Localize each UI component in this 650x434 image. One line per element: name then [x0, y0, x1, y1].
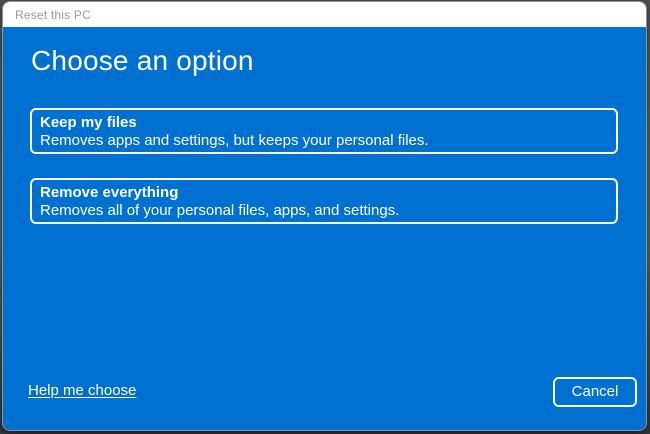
option-keep-my-files-description: Removes apps and settings, but keeps you…: [40, 132, 429, 149]
page-title: Choose an option: [31, 45, 254, 76]
cancel-button[interactable]: Cancel: [553, 377, 637, 407]
window-titlebar[interactable]: Reset this PC: [3, 2, 646, 27]
screen-background: Reset this PC Choose an option Keep my f…: [0, 0, 650, 434]
option-remove-everything-description: Removes all of your personal files, apps…: [40, 202, 400, 219]
window-title: Reset this PC: [15, 7, 91, 22]
option-remove-everything-title: Remove everything: [40, 184, 179, 201]
option-keep-my-files-title: Keep my files: [40, 114, 137, 131]
dialog-body: Choose an option Keep my files Removes a…: [3, 27, 646, 430]
option-remove-everything[interactable]: Remove everything Removes all of your pe…: [30, 178, 618, 224]
option-keep-my-files[interactable]: Keep my files Removes apps and settings,…: [30, 108, 618, 154]
help-me-choose-link[interactable]: Help me choose: [28, 382, 136, 400]
reset-pc-window: Reset this PC Choose an option Keep my f…: [2, 1, 647, 431]
